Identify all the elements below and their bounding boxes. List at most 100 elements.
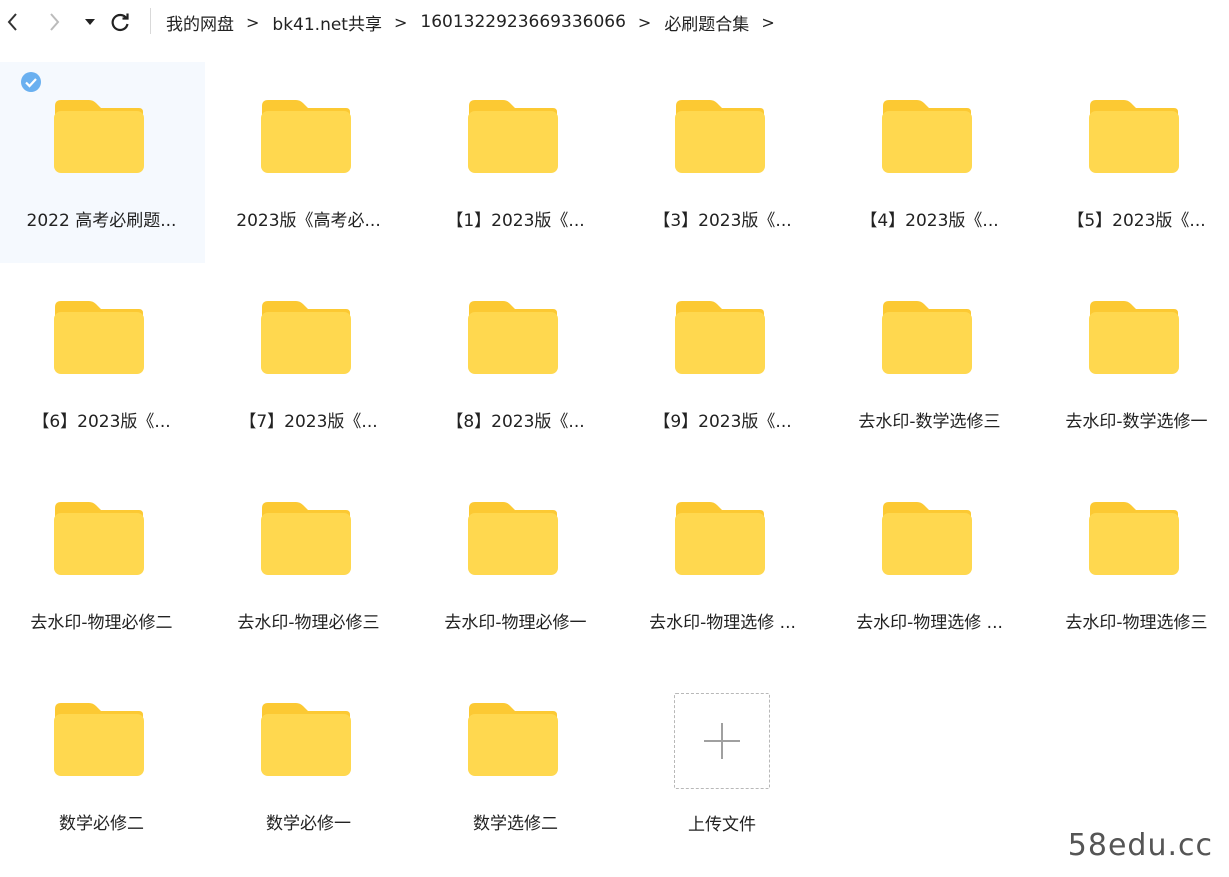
history-dropdown-button[interactable] <box>78 10 102 34</box>
refresh-icon <box>111 13 129 32</box>
breadcrumb-separator: > <box>246 12 260 32</box>
folder-icon <box>1089 502 1179 575</box>
chevron-right-icon <box>50 13 60 31</box>
folder-icon <box>468 703 558 776</box>
folder-icon <box>54 502 144 575</box>
folder-name: 去水印-数学选修三 <box>858 412 1001 432</box>
folder-name: 去水印-物理选修 ... <box>856 613 1003 633</box>
folder-icon <box>1089 100 1179 173</box>
folder-item[interactable]: 2023版《高考必... <box>205 62 412 263</box>
folder-icon-wrap <box>467 500 559 576</box>
folder-item[interactable]: 【8】2023版《... <box>412 263 619 464</box>
folder-icon-wrap <box>1088 299 1180 375</box>
folder-item[interactable]: 【1】2023版《... <box>412 62 619 263</box>
folder-icon-wrap <box>674 299 766 375</box>
toolbar: 我的网盘 > bk41.net共享 > 1601322923669336066 … <box>0 0 1229 44</box>
folder-icon-wrap <box>881 299 973 375</box>
folder-name: 2022 高考必刷题... <box>26 211 177 231</box>
folder-icon-wrap <box>260 98 352 174</box>
folder-name: 去水印-数学选修一 <box>1065 412 1208 432</box>
folder-icon <box>882 301 972 374</box>
plus-icon <box>704 723 740 759</box>
folder-name: 2023版《高考必... <box>236 211 381 231</box>
folder-name: 【6】2023版《... <box>32 412 171 432</box>
folder-name: 去水印-物理必修三 <box>237 613 380 633</box>
breadcrumb-item-root[interactable]: 我的网盘 <box>166 10 234 35</box>
folder-icon-wrap <box>467 701 559 777</box>
folder-item[interactable]: 去水印-数学选修一 <box>1033 263 1229 464</box>
folder-name: 【8】2023版《... <box>446 412 585 432</box>
folder-icon-wrap <box>467 299 559 375</box>
refresh-button[interactable] <box>108 10 132 34</box>
breadcrumb-item-share[interactable]: bk41.net共享 <box>272 10 382 35</box>
folder-item[interactable]: 【6】2023版《... <box>0 263 205 464</box>
folder-icon <box>468 301 558 374</box>
toolbar-divider <box>150 8 151 34</box>
folder-icon-wrap <box>53 701 145 777</box>
breadcrumb-separator: > <box>761 12 775 32</box>
folder-icon-wrap <box>53 98 145 174</box>
folder-name: 【5】2023版《... <box>1067 211 1206 231</box>
folder-icon-wrap <box>1088 98 1180 174</box>
folder-icon-wrap <box>260 500 352 576</box>
forward-button[interactable] <box>42 10 66 34</box>
folder-icon-wrap <box>881 98 973 174</box>
folder-item[interactable]: 去水印-物理选修 ... <box>826 464 1033 665</box>
folder-icon <box>468 100 558 173</box>
folder-icon <box>261 100 351 173</box>
folder-item[interactable]: 【5】2023版《... <box>1033 62 1229 263</box>
chevron-left-icon <box>7 13 17 31</box>
folder-icon <box>882 100 972 173</box>
breadcrumb: 我的网盘 > bk41.net共享 > 1601322923669336066 … <box>166 9 788 35</box>
upload-button[interactable] <box>674 693 770 789</box>
check-circle-icon[interactable] <box>20 71 42 93</box>
folder-item[interactable]: 去水印-物理必修一 <box>412 464 619 665</box>
folder-icon-wrap <box>260 701 352 777</box>
folder-item[interactable]: 去水印-数学选修三 <box>826 263 1033 464</box>
breadcrumb-item-current[interactable]: 必刷题合集 <box>664 10 749 35</box>
folder-icon <box>54 703 144 776</box>
folder-icon-wrap <box>674 98 766 174</box>
folder-item[interactable]: 去水印-物理选修三 <box>1033 464 1229 665</box>
folder-icon <box>54 301 144 374</box>
folder-item[interactable]: 2022 高考必刷题... <box>0 62 205 263</box>
breadcrumb-separator: > <box>637 12 652 32</box>
folder-name: 数学必修二 <box>59 814 144 834</box>
folder-name: 【1】2023版《... <box>446 211 585 231</box>
folder-item[interactable]: 数学选修二 <box>412 665 619 866</box>
folder-name: 去水印-物理选修 ... <box>649 613 796 633</box>
folder-icon-wrap <box>467 98 559 174</box>
folder-icon <box>882 502 972 575</box>
folder-icon <box>261 301 351 374</box>
folder-icon <box>261 502 351 575</box>
folder-item[interactable]: 数学必修一 <box>205 665 412 866</box>
folder-icon-wrap <box>53 299 145 375</box>
folder-item[interactable]: 【7】2023版《... <box>205 263 412 464</box>
folder-item[interactable]: 去水印-物理必修二 <box>0 464 205 665</box>
folder-icon <box>468 502 558 575</box>
folder-name: 【4】2023版《... <box>860 211 999 231</box>
folder-icon-wrap <box>674 500 766 576</box>
folder-name: 【9】2023版《... <box>653 412 792 432</box>
folder-item[interactable]: 去水印-物理必修三 <box>205 464 412 665</box>
folder-item[interactable]: 去水印-物理选修 ... <box>619 464 826 665</box>
back-button[interactable] <box>0 10 24 34</box>
folder-icon-wrap <box>53 500 145 576</box>
folder-name: 【7】2023版《... <box>239 412 378 432</box>
folder-icon <box>675 502 765 575</box>
folder-icon <box>675 100 765 173</box>
folder-icon <box>1089 301 1179 374</box>
folder-name: 去水印-物理必修一 <box>444 613 587 633</box>
folder-icon-wrap <box>1088 500 1180 576</box>
folder-item[interactable]: 【3】2023版《... <box>619 62 826 263</box>
caret-down-icon <box>85 19 95 25</box>
folder-item[interactable]: 【4】2023版《... <box>826 62 1033 263</box>
folder-item[interactable]: 【9】2023版《... <box>619 263 826 464</box>
folder-name: 去水印-物理选修三 <box>1065 613 1208 633</box>
breadcrumb-item-id[interactable]: 1601322923669336066 <box>420 12 626 32</box>
folder-icon <box>54 100 144 173</box>
watermark: 58edu.cc <box>1067 828 1213 863</box>
folder-item[interactable]: 数学必修二 <box>0 665 205 866</box>
folder-icon-wrap <box>260 299 352 375</box>
folder-icon <box>261 703 351 776</box>
